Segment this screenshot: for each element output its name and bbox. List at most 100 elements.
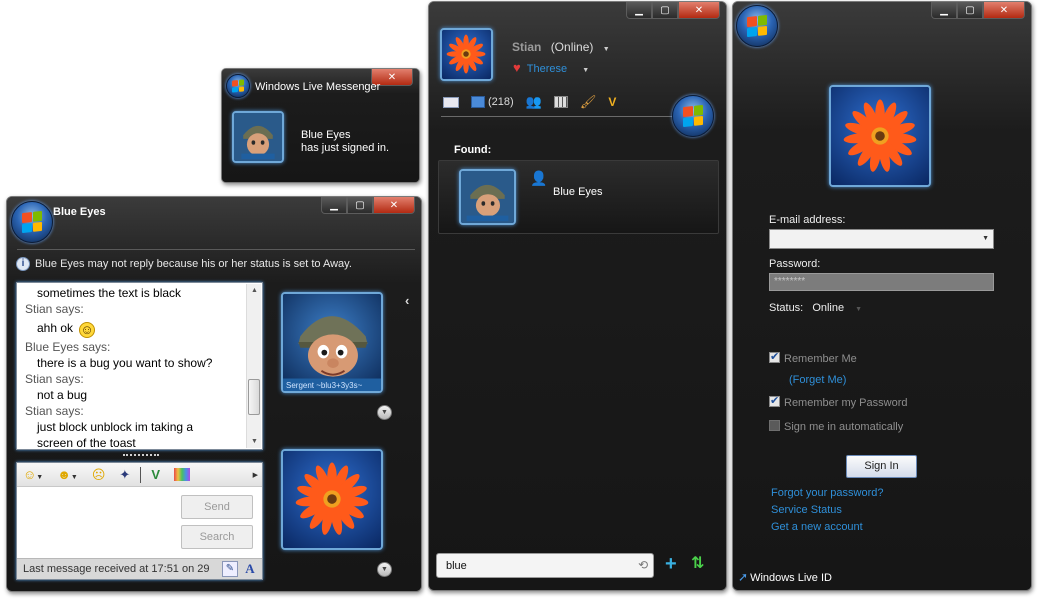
toast-avatar[interactable]: [232, 111, 284, 163]
found-contact-name[interactable]: Blue Eyes: [553, 186, 603, 198]
maximize-button[interactable]: ▢: [957, 2, 983, 19]
contact-window-controls: ▁ ▢ ✕: [626, 2, 720, 20]
live-id-icon: ➚: [738, 570, 749, 584]
forget-me-link[interactable]: (Forget Me): [789, 374, 846, 386]
soldier-avatar-icon: [461, 171, 514, 223]
minimize-button[interactable]: ▁: [931, 2, 957, 19]
status-dropdown-icon[interactable]: ▼: [855, 306, 862, 313]
clear-search-icon[interactable]: ⟲: [638, 558, 648, 572]
remember-password-label: Remember my Password: [784, 397, 908, 409]
close-button[interactable]: ✕: [983, 2, 1025, 19]
sender-line: Blue Eyes says:: [25, 340, 111, 354]
smile-emoticon: ☺: [79, 322, 96, 338]
collapse-arrow-icon[interactable]: ‹: [405, 293, 409, 308]
maximize-button[interactable]: ▢: [347, 197, 373, 214]
mail-count: (218): [488, 96, 514, 108]
inbox-icon[interactable]: (218): [471, 96, 514, 108]
scroll-thumb[interactable]: [248, 379, 260, 415]
ink-icon[interactable]: V: [151, 467, 160, 482]
expand-contact-icon[interactable]: ▼: [377, 405, 392, 420]
remember-password-checkbox[interactable]: [769, 394, 780, 407]
compose-toolbar: ☺▼ ☻▼ ☹ ✦ V ▶: [17, 463, 262, 487]
calendar-icon[interactable]: [553, 96, 568, 108]
auto-signin-row[interactable]: Sign me in automatically: [769, 420, 903, 433]
signin-avatar[interactable]: [829, 85, 931, 187]
password-label: Password:: [769, 258, 821, 270]
chat-history[interactable]: sometimes the text is black Stian says: ah…: [16, 282, 263, 450]
service-status-link[interactable]: Service Status: [771, 504, 842, 516]
forgot-password-link[interactable]: Forgot your password?: [771, 487, 884, 499]
toast-title: Windows Live Messenger: [255, 81, 381, 93]
scroll-down-arrow[interactable]: ▼: [247, 435, 262, 448]
minimize-button[interactable]: ▁: [626, 2, 652, 19]
password-field[interactable]: ********: [769, 273, 994, 291]
maximize-button[interactable]: ▢: [652, 2, 678, 19]
email-field[interactable]: ▼: [769, 229, 994, 249]
my-avatar[interactable]: [281, 449, 383, 550]
contact-list-window[interactable]: ▁ ▢ ✕ Stian (Online) ▼ ♥ Therese ▼ (218): [428, 1, 727, 591]
nudge-icon[interactable]: ☹: [92, 467, 106, 483]
search-button[interactable]: Search: [181, 525, 253, 549]
user-name-row[interactable]: Stian (Online) ▼: [512, 40, 610, 54]
heart-icon: ♥: [513, 60, 521, 75]
signin-button[interactable]: Sign In: [846, 455, 917, 478]
messenger-logo-icon: [11, 201, 53, 243]
emoticon-icon[interactable]: ☺▼: [23, 467, 43, 482]
status-row[interactable]: Status: Online ▼: [769, 302, 862, 314]
message-input[interactable]: [21, 491, 175, 551]
contacts-icon[interactable]: 👥: [526, 94, 542, 110]
paint-icon[interactable]: 🖌: [580, 94, 597, 110]
close-button[interactable]: ✕: [678, 2, 720, 19]
close-button[interactable]: ✕: [373, 197, 415, 214]
chat-window-controls: ▁ ▢ ✕: [321, 197, 415, 215]
sort-icon[interactable]: ⇅: [691, 553, 704, 573]
minimize-button[interactable]: ▁: [321, 197, 347, 214]
scroll-up-arrow[interactable]: ▲: [247, 284, 262, 297]
message-list: sometimes the text is black Stian says: ah…: [25, 285, 243, 451]
status-bar: Last message received at 17:51 on 29 ✎ A: [17, 558, 262, 579]
info-icon: i: [16, 257, 30, 271]
mail-icon[interactable]: [443, 96, 459, 108]
send-button[interactable]: Send: [181, 495, 253, 519]
partner-dropdown-icon[interactable]: ▼: [582, 67, 589, 74]
splitter-grip[interactable]: [123, 454, 159, 457]
flower-avatar-icon: [283, 451, 381, 548]
new-account-link[interactable]: Get a new account: [771, 521, 863, 533]
user-avatar[interactable]: [440, 28, 493, 81]
messenger-logo-icon: [226, 74, 250, 98]
add-contact-icon[interactable]: 👤: [530, 170, 547, 187]
auto-signin-checkbox[interactable]: [769, 420, 780, 431]
soldier-avatar-icon: [283, 294, 381, 391]
remember-me-label: Remember Me: [784, 353, 857, 365]
remember-password-row[interactable]: Remember my Password: [769, 394, 908, 409]
user-status: (Online): [550, 40, 594, 54]
contact-avatar[interactable]: Sergent ~blu3+3y3s~: [281, 292, 383, 393]
signin-window[interactable]: ▁ ▢ ✕ E-mail address: ▼ Password: ******…: [732, 1, 1032, 591]
background-icon[interactable]: [173, 468, 190, 481]
more-arrow-icon[interactable]: ▶: [253, 471, 258, 479]
wink-icon[interactable]: ☻▼: [57, 467, 78, 482]
partner-name[interactable]: Therese: [527, 63, 567, 75]
partner-row[interactable]: ♥ Therese ▼: [513, 60, 589, 75]
handwriting-icon[interactable]: ✎: [222, 561, 238, 577]
result-avatar[interactable]: [459, 169, 516, 225]
email-dropdown-icon[interactable]: ▼: [982, 235, 989, 242]
toast-window[interactable]: ✕ Windows Live Messenger Blue Eyes has j…: [221, 68, 420, 183]
windows-live-id-footer: ➚ Windows Live ID: [738, 570, 832, 584]
history-scrollbar[interactable]: ▲ ▼: [246, 284, 261, 448]
remember-me-checkbox[interactable]: [769, 350, 780, 363]
font-icon[interactable]: A: [242, 561, 258, 577]
live-icon[interactable]: V: [608, 95, 616, 109]
expand-me-icon[interactable]: ▼: [377, 562, 392, 577]
windows-live-orb-icon[interactable]: [672, 95, 714, 137]
messenger-logo-icon: [736, 5, 778, 47]
compose-area[interactable]: ☺▼ ☻▼ ☹ ✦ V ▶ Send Search Last message r…: [16, 462, 263, 580]
voice-clip-icon[interactable]: ✦: [119, 467, 130, 483]
chat-window[interactable]: ▁ ▢ ✕ Blue Eyes i Blue Eyes may not repl…: [6, 196, 422, 592]
add-icon[interactable]: +: [665, 553, 677, 576]
remember-me-row[interactable]: Remember Me: [769, 350, 857, 365]
status-text: Last message received at 17:51 on 29: [23, 563, 210, 575]
contact-toolbar: (218) 👥 🖌 V: [443, 94, 616, 110]
search-box[interactable]: blue ⟲: [436, 553, 654, 578]
status-dropdown-icon[interactable]: ▼: [603, 46, 610, 53]
